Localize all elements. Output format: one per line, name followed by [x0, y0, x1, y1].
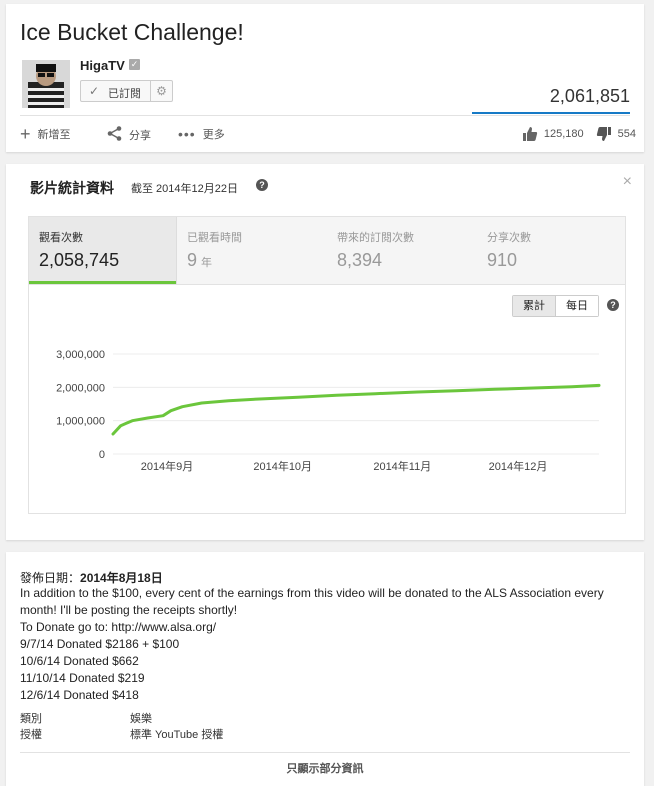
publish-date-label: 發佈日期：	[20, 571, 81, 585]
rating-area: 125,180 554	[522, 126, 636, 142]
divider	[20, 115, 630, 116]
category-label: 類別	[20, 713, 42, 725]
description-line: 9/7/14 Donated $2186 + $100	[20, 637, 180, 651]
verified-icon: ✓	[129, 59, 140, 70]
dislike-button[interactable]: 554	[596, 126, 636, 142]
like-ratio-bar	[472, 112, 630, 114]
divider	[20, 752, 630, 753]
y-tick-label: 0	[99, 449, 105, 461]
channel-name[interactable]: HigaTV	[80, 58, 125, 73]
publish-date: 發佈日期：2014年8月18日	[20, 569, 163, 586]
description-body: In addition to the $100, every cent of t…	[20, 585, 630, 704]
like-button[interactable]: 125,180	[522, 126, 584, 142]
video-description: 發佈日期：2014年8月18日 In addition to the $100,…	[6, 552, 644, 786]
share-icon	[107, 126, 122, 143]
thumbs-down-icon	[596, 127, 611, 141]
channel-avatar[interactable]	[22, 60, 70, 108]
license-value[interactable]: 標準 YouTube 授權	[130, 726, 223, 742]
dislike-count: 554	[617, 128, 636, 140]
share-label: 分享	[129, 129, 151, 142]
y-tick-label: 3,000,000	[56, 349, 105, 361]
stats-chart-panel: 觀看次數 2,058,745 已觀看時間 9年 帶來的訂閱次數 8,394 分享…	[28, 216, 626, 514]
description-line: 11/10/14 Donated $219	[20, 671, 145, 685]
like-count: 125,180	[543, 128, 584, 140]
view-count: 2,061,851	[549, 86, 630, 106]
help-icon[interactable]: ?	[256, 179, 268, 191]
plus-icon: +	[20, 124, 31, 144]
description-line: 12/6/14 Donated $418	[20, 688, 139, 702]
close-icon[interactable]: ×	[623, 173, 632, 191]
thumbs-up-icon	[522, 127, 537, 141]
x-tick-label: 2014年12月	[489, 459, 548, 473]
video-statistics-panel: 影片統計資料 截至 2014年12月22日 ? × 觀看次數 2,058,745…	[6, 164, 644, 540]
check-icon: ✓	[89, 84, 100, 98]
description-line: In addition to the $100, every cent of t…	[20, 586, 604, 617]
subscribed-label: 已訂閱	[108, 88, 141, 100]
views-line-chart: 0 1,000,000 2,000,000 3,000,000 2014年9月 2014年…	[56, 349, 601, 473]
x-tick-label: 2014年11月	[373, 459, 431, 473]
show-less-button[interactable]: 只顯示部分資訊	[6, 760, 644, 776]
stats-heading: 影片統計資料	[30, 180, 114, 196]
x-tick-label: 2014年10月	[253, 459, 312, 473]
add-to-label: 新增至	[37, 129, 71, 141]
more-button[interactable]: ••• 更多	[178, 126, 225, 142]
license-label: 授權	[20, 729, 42, 741]
more-dots-icon: •••	[178, 126, 196, 142]
video-title: Ice Bucket Challenge!	[20, 19, 244, 45]
views-series-line	[111, 383, 601, 436]
description-line[interactable]: To Donate go to: http://www.alsa.org/	[20, 619, 630, 636]
gear-icon[interactable]: ⚙	[150, 81, 172, 101]
y-tick-label: 1,000,000	[56, 416, 105, 428]
stats-as-of-date: 截至 2014年12月22日	[131, 183, 238, 195]
add-to-button[interactable]: + 新增至	[20, 124, 71, 144]
y-tick-label: 2,000,000	[56, 382, 105, 394]
x-tick-label: 2014年9月	[141, 459, 194, 473]
publish-date-value: 2014年8月18日	[80, 571, 163, 585]
category-value[interactable]: 娛樂	[130, 710, 152, 726]
more-label: 更多	[202, 129, 225, 141]
description-line: 10/6/14 Donated $662	[20, 654, 139, 668]
video-header: Ice Bucket Challenge! HigaTV ✓ ✓ 已訂閱 ⚙ 2…	[6, 4, 644, 152]
share-button[interactable]: 分享	[107, 126, 151, 143]
subscribed-button[interactable]: ✓ 已訂閱 ⚙	[80, 80, 173, 102]
